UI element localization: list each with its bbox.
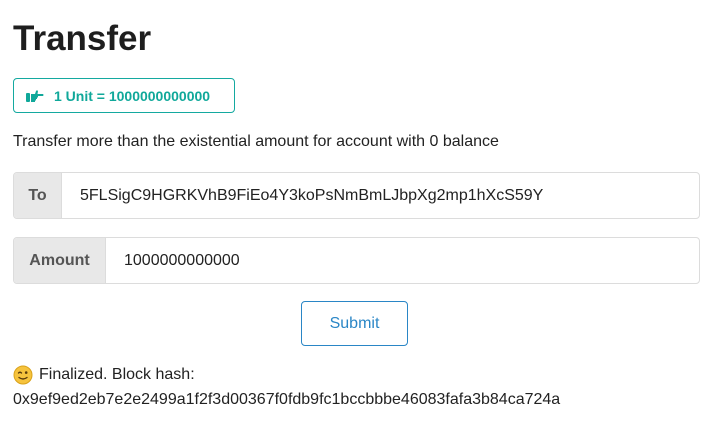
to-address-input[interactable] <box>80 173 699 218</box>
unit-badge: 1 Unit = 1000000000000 <box>13 78 235 113</box>
to-label: To <box>14 173 62 218</box>
winking-face-icon <box>13 365 33 385</box>
amount-input[interactable] <box>124 238 699 283</box>
to-value-wrapper <box>62 173 699 218</box>
unit-badge-text: 1 Unit = 1000000000000 <box>54 87 211 104</box>
amount-label: Amount <box>14 238 106 283</box>
amount-field: Amount <box>13 237 700 284</box>
hand-pointing-right-icon <box>26 89 44 103</box>
to-field: To <box>13 172 700 219</box>
block-hash: 0x9ef9ed2eb7e2e2499a1f2f3d00367f0fdb9fc1… <box>13 391 561 408</box>
amount-value-wrapper <box>106 238 699 283</box>
status-text: Finalized. Block hash: <box>39 366 195 383</box>
transaction-status: Finalized. Block hash: 0x9ef9ed2eb7e2e24… <box>13 365 560 410</box>
transfer-hint: Transfer more than the existential amoun… <box>13 133 499 150</box>
page-title: Transfer <box>13 19 152 58</box>
transfer-page: Transfer 1 Unit = 1000000000000 Transfer… <box>0 0 717 427</box>
submit-button[interactable]: Submit <box>301 301 408 346</box>
